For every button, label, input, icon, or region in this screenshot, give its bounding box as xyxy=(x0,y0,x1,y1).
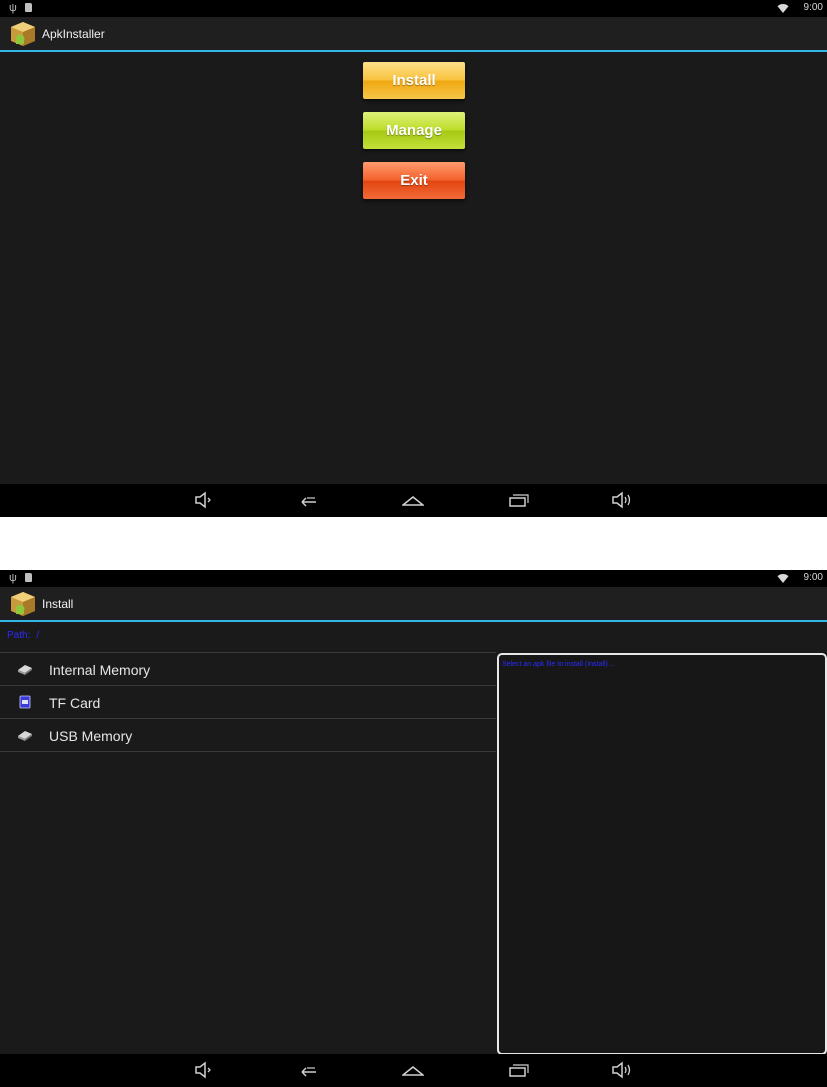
path-label: Path: xyxy=(7,630,31,641)
info-message: Select an apk file to install (Install) … xyxy=(502,661,616,668)
storage-item-tf-card[interactable]: TF Card xyxy=(0,686,496,719)
action-bar: Install xyxy=(0,587,827,622)
sd-card-icon xyxy=(19,695,31,709)
usb-icon: ψ xyxy=(9,572,17,584)
apkinstaller-app-icon[interactable] xyxy=(9,590,37,618)
storage-item-internal-memory[interactable]: Internal Memory xyxy=(0,653,496,686)
volume-up-icon[interactable] xyxy=(611,491,633,509)
recent-apps-icon[interactable] xyxy=(507,491,529,509)
hard-drive-icon xyxy=(18,731,32,741)
page-title: ApkInstaller xyxy=(42,27,105,41)
apkinstaller-app-icon[interactable] xyxy=(9,20,37,48)
install-button[interactable]: Install xyxy=(363,62,465,99)
usb-icon: ψ xyxy=(9,2,17,14)
install-screen: ψ 9:00 Install Path: / Internal Memory T… xyxy=(0,570,827,1087)
sd-card-icon xyxy=(25,573,32,582)
action-bar: ApkInstaller xyxy=(0,17,827,52)
back-icon[interactable] xyxy=(298,491,320,509)
back-icon[interactable] xyxy=(298,1061,320,1079)
clock: 9:00 xyxy=(803,572,823,583)
file-info-panel: Select an apk file to install (Install) … xyxy=(497,653,827,1055)
storage-item-label: Internal Memory xyxy=(49,662,151,678)
navigation-bar xyxy=(0,1054,827,1087)
status-bar: ψ 9:00 xyxy=(0,570,827,587)
manage-button[interactable]: Manage xyxy=(363,112,465,149)
navigation-bar xyxy=(0,484,827,517)
home-icon[interactable] xyxy=(402,491,424,509)
storage-item-label: USB Memory xyxy=(49,728,133,744)
hard-drive-icon xyxy=(18,665,32,675)
wifi-icon xyxy=(777,4,789,13)
path-separator: / xyxy=(36,630,40,641)
page-title: Install xyxy=(42,597,74,611)
clock: 9:00 xyxy=(803,2,823,13)
recent-apps-icon[interactable] xyxy=(507,1061,529,1079)
status-bar: ψ 9:00 xyxy=(0,0,827,17)
volume-down-icon[interactable] xyxy=(193,1061,215,1079)
volume-down-icon[interactable] xyxy=(193,491,215,509)
path-breadcrumb: Path: / xyxy=(7,630,39,642)
wifi-icon xyxy=(777,574,789,583)
home-icon[interactable] xyxy=(402,1061,424,1079)
exit-button[interactable]: Exit xyxy=(363,162,465,199)
apkinstaller-main-screen: ψ 9:00 ApkInstaller Install Manage Exit xyxy=(0,0,827,517)
storage-item-usb-memory[interactable]: USB Memory xyxy=(0,719,496,752)
storage-list: Internal Memory TF Card USB Memory xyxy=(0,652,496,752)
storage-item-label: TF Card xyxy=(49,695,101,711)
sd-card-icon xyxy=(25,3,32,12)
volume-up-icon[interactable] xyxy=(611,1061,633,1079)
